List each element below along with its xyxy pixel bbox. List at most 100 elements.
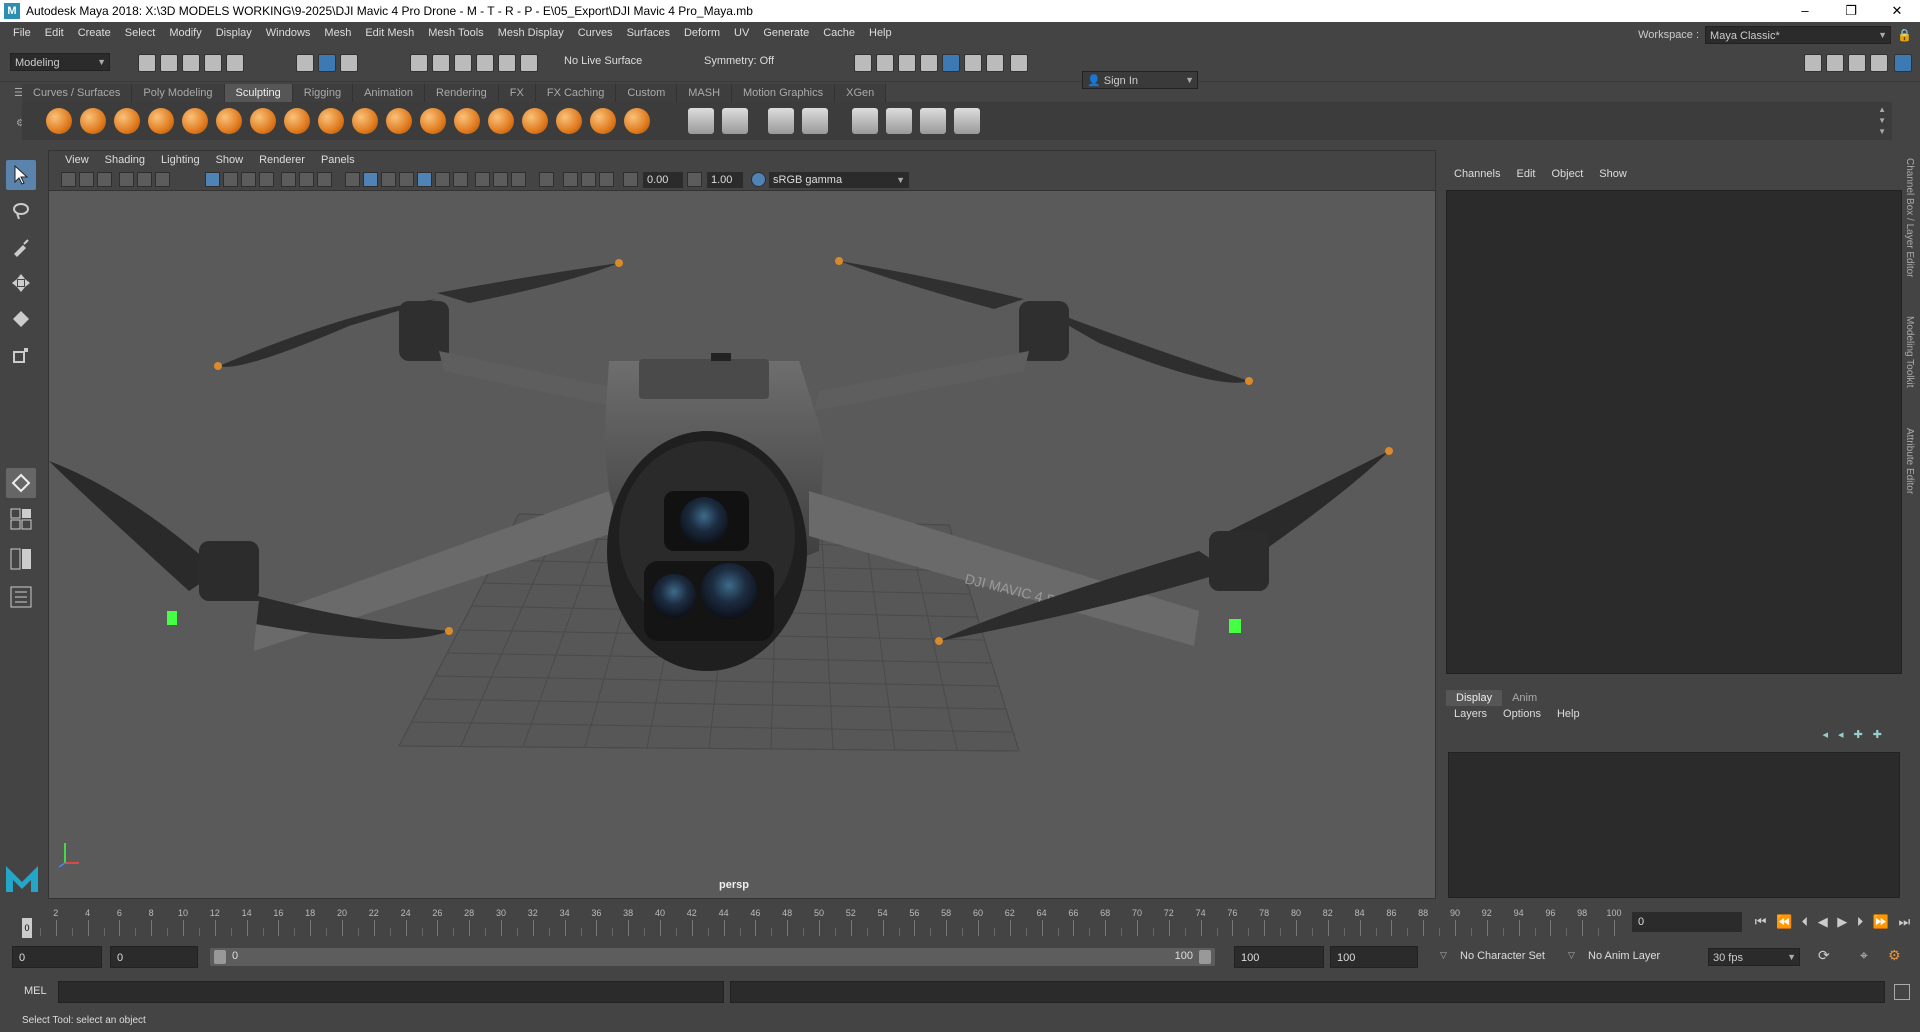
layer-tab-anim[interactable]: Anim bbox=[1502, 690, 1547, 706]
layer-list[interactable] bbox=[1448, 752, 1900, 898]
current-frame-field[interactable]: 0 bbox=[1632, 912, 1742, 932]
redo-icon[interactable] bbox=[226, 54, 244, 72]
animation-end-field[interactable]: 100 bbox=[1330, 946, 1418, 968]
default-material-icon[interactable] bbox=[381, 172, 396, 187]
ipr-render-icon[interactable] bbox=[898, 54, 916, 72]
snap-grid-icon[interactable] bbox=[410, 54, 428, 72]
side-tab-attribute-editor[interactable]: Attribute Editor bbox=[1904, 428, 1915, 494]
wireframe-on-shaded-icon[interactable] bbox=[399, 172, 414, 187]
playback-end-field[interactable]: 100 bbox=[1234, 946, 1324, 968]
scrape-tool-icon[interactable] bbox=[420, 108, 446, 134]
wax-tool-icon[interactable] bbox=[386, 108, 412, 134]
lock-icon[interactable]: 🔒 bbox=[1897, 28, 1912, 42]
chevron-down-icon[interactable]: ▽ bbox=[1440, 950, 1447, 961]
viewport-menu-lighting[interactable]: Lighting bbox=[153, 154, 208, 166]
menu-mesh-tools[interactable]: Mesh Tools bbox=[421, 27, 490, 39]
shelf-tab-fx-caching[interactable]: FX Caching bbox=[535, 84, 617, 102]
spray-tool-icon[interactable] bbox=[284, 108, 310, 134]
textured-icon[interactable] bbox=[417, 172, 432, 187]
select-component-icon[interactable] bbox=[340, 54, 358, 72]
shelf-tab-sculpting[interactable]: Sculpting bbox=[224, 84, 293, 102]
anti-aliasing-icon[interactable] bbox=[511, 172, 526, 187]
new-layer-selected-icon[interactable]: ✚ bbox=[1873, 728, 1882, 741]
render-settings-icon[interactable] bbox=[920, 54, 938, 72]
view-transform-dropdown[interactable]: sRGB gamma ▼ bbox=[769, 172, 909, 188]
bookmark-icon[interactable] bbox=[97, 172, 112, 187]
live-surface-label[interactable]: No Live Surface bbox=[564, 55, 642, 67]
animation-start-field[interactable]: 0 bbox=[12, 946, 102, 968]
select-hierarchy-icon[interactable] bbox=[296, 54, 314, 72]
channel-box-menu-object[interactable]: Object bbox=[1543, 168, 1591, 186]
field-chart-icon[interactable] bbox=[281, 172, 296, 187]
save-scene-icon[interactable] bbox=[182, 54, 200, 72]
pause-icon[interactable] bbox=[1010, 54, 1028, 72]
backface-culling-icon[interactable] bbox=[599, 172, 614, 187]
range-handle-start[interactable] bbox=[214, 950, 226, 964]
menu-uv[interactable]: UV bbox=[727, 27, 756, 39]
wireframe-icon[interactable] bbox=[345, 172, 360, 187]
shelf-tab-xgen[interactable]: XGen bbox=[835, 84, 887, 102]
paint-select-tool-icon[interactable] bbox=[6, 232, 36, 262]
light-editor-icon[interactable] bbox=[986, 54, 1004, 72]
bulge-tool-icon[interactable] bbox=[556, 108, 582, 134]
image-plane-icon[interactable] bbox=[119, 172, 134, 187]
menu-mesh-display[interactable]: Mesh Display bbox=[491, 27, 571, 39]
side-tab-channel-box[interactable]: Channel Box / Layer Editor bbox=[1904, 158, 1915, 278]
smooth-tool-icon[interactable] bbox=[80, 108, 106, 134]
go-to-end-icon[interactable]: ⏭ bbox=[1898, 914, 1910, 930]
play-backwards-icon[interactable]: ◀ bbox=[1818, 914, 1828, 930]
scene-canvas[interactable]: DJI MAVIC 4 PRO bbox=[49, 191, 1436, 899]
safe-title-icon[interactable] bbox=[317, 172, 332, 187]
shadows-icon[interactable] bbox=[453, 172, 468, 187]
sign-in-button[interactable]: 👤 Sign In ▼ bbox=[1082, 71, 1198, 89]
range-handle-end[interactable] bbox=[1199, 950, 1211, 964]
move-layer-up-icon[interactable]: ◂ bbox=[1823, 728, 1829, 741]
isolate-select-icon[interactable] bbox=[539, 172, 554, 187]
safe-action-icon[interactable] bbox=[299, 172, 314, 187]
make-live-icon[interactable] bbox=[520, 54, 538, 72]
menu-help[interactable]: Help bbox=[862, 27, 899, 39]
step-forward-key-icon[interactable]: ⏵ bbox=[1857, 914, 1864, 930]
viewport-menu-show[interactable]: Show bbox=[208, 154, 252, 166]
layer-icon[interactable] bbox=[954, 108, 980, 134]
menu-edit-mesh[interactable]: Edit Mesh bbox=[358, 27, 421, 39]
grid-icon[interactable] bbox=[205, 172, 220, 187]
menu-set-dropdown[interactable]: Modeling ▼ bbox=[10, 53, 110, 71]
relax-tool-icon[interactable] bbox=[114, 108, 140, 134]
resolution-gate-icon[interactable] bbox=[241, 172, 256, 187]
render-setup-icon[interactable] bbox=[964, 54, 982, 72]
loop-icon[interactable]: ⟳ bbox=[1818, 947, 1830, 964]
knife-tool-icon[interactable] bbox=[488, 108, 514, 134]
step-back-icon[interactable]: ⏪ bbox=[1776, 914, 1792, 930]
hypershade-icon[interactable] bbox=[942, 54, 960, 72]
exposure-field[interactable]: 0.00 bbox=[643, 172, 683, 188]
freeze-tool-icon[interactable] bbox=[624, 108, 650, 134]
move-layer-down-icon[interactable]: ◂ bbox=[1838, 728, 1844, 741]
render-view-icon[interactable] bbox=[876, 54, 894, 72]
new-layer-icon[interactable]: ✚ bbox=[1854, 728, 1863, 741]
shelf-tab-rendering[interactable]: Rendering bbox=[425, 84, 499, 102]
amplify-tool-icon[interactable] bbox=[590, 108, 616, 134]
go-to-start-icon[interactable]: ⏮ bbox=[1755, 914, 1767, 930]
modeling-toolkit-icon[interactable] bbox=[1804, 54, 1822, 72]
xray-joints-icon[interactable] bbox=[581, 172, 596, 187]
mesh-display-icon[interactable] bbox=[920, 108, 946, 134]
select-object-icon[interactable] bbox=[318, 54, 336, 72]
shelf-tab-rigging[interactable]: Rigging bbox=[292, 84, 354, 102]
step-forward-icon[interactable]: ⏩ bbox=[1873, 914, 1889, 930]
viewport-menu-renderer[interactable]: Renderer bbox=[251, 154, 313, 166]
unfreeze-icon[interactable] bbox=[722, 108, 748, 134]
shelf-tab-poly-modeling[interactable]: Poly Modeling bbox=[132, 84, 225, 102]
motion-blur-icon[interactable] bbox=[493, 172, 508, 187]
snap-view-plane-icon[interactable] bbox=[498, 54, 516, 72]
menu-create[interactable]: Create bbox=[71, 27, 118, 39]
layout-two-view-icon[interactable] bbox=[6, 544, 36, 574]
viewport-panel[interactable]: View Shading Lighting Show Renderer Pane… bbox=[48, 150, 1436, 899]
channel-box-content[interactable] bbox=[1446, 190, 1902, 674]
flatten-tool-icon[interactable] bbox=[216, 108, 242, 134]
gamma-field[interactable]: 1.00 bbox=[707, 172, 743, 188]
auto-key-icon[interactable]: ⌖ bbox=[1860, 947, 1868, 964]
smear-tool-icon[interactable] bbox=[522, 108, 548, 134]
shelf-scroll-icon[interactable]: ▲ ▼ ▼ bbox=[1878, 104, 1886, 137]
side-tab-modeling-toolkit[interactable]: Modeling Toolkit bbox=[1904, 316, 1915, 388]
